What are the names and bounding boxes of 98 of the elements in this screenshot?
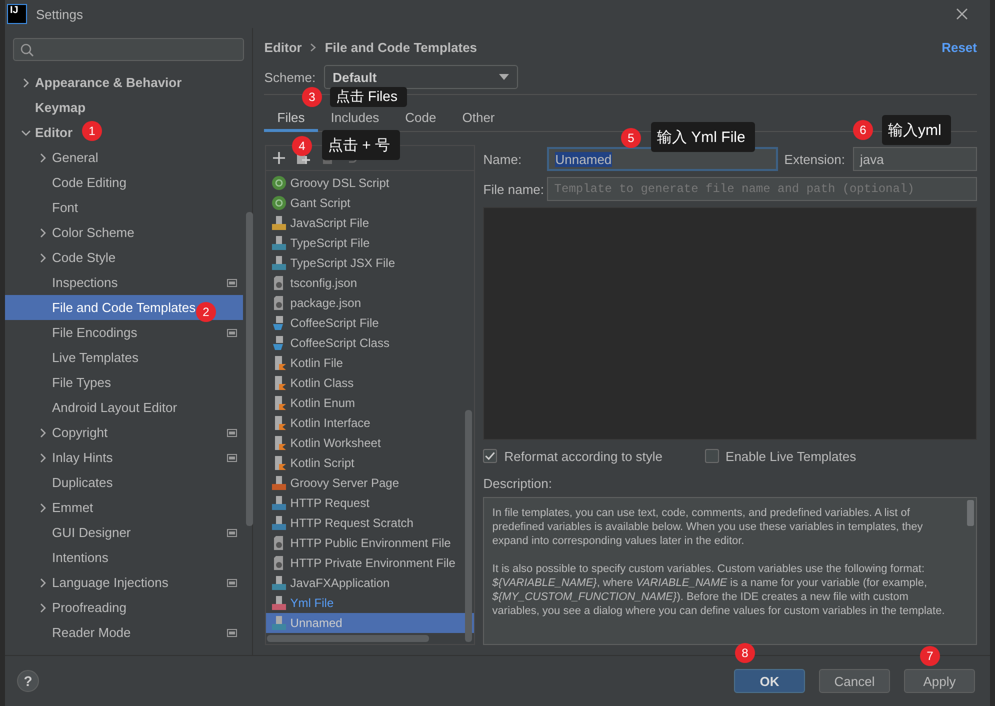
yml-file-icon <box>271 595 288 611</box>
tree-item[interactable]: Keymap <box>21 100 86 115</box>
tree-item[interactable]: Proofreading <box>38 600 126 615</box>
template-item[interactable]: HTTP Request Scratch <box>266 513 474 533</box>
template-item[interactable]: CoffeeScript Class <box>266 333 474 353</box>
instruction-tooltip: 点击 + 号 <box>322 130 400 160</box>
instruction-tooltip: 输入yml <box>882 115 952 145</box>
template-item[interactable]: Unnamed <box>266 613 474 633</box>
tree-item[interactable]: Inspections <box>38 275 118 290</box>
scrollbar[interactable] <box>246 212 253 526</box>
checkbox-label[interactable]: Reformat according to style <box>504 448 663 464</box>
add-icon[interactable] <box>272 151 286 165</box>
tree-item[interactable]: Copyright <box>38 425 108 440</box>
instruction-tooltip: 输入 Yml File <box>651 122 756 152</box>
scrollbar[interactable] <box>267 635 430 642</box>
tab[interactable]: Includes <box>318 106 392 132</box>
template-item[interactable]: Kotlin Script <box>266 453 474 473</box>
tree-item[interactable]: Appearance & Behavior <box>21 75 182 90</box>
search-icon <box>20 42 34 56</box>
template-item[interactable]: TypeScript JSX File <box>266 253 474 273</box>
template-item[interactable]: Kotlin Class <box>266 373 474 393</box>
tree-item[interactable]: GUI Designer <box>38 525 131 540</box>
groovy-icon <box>271 175 288 191</box>
gsp-file-icon <box>271 475 288 491</box>
tree-item[interactable]: File Encodings <box>38 325 138 340</box>
description-text: In file templates, you can use text, code, comments, and predefined variables. A list of predefined variables is available below. When you use these variables in templates, they expand into corresponding values later in the editor. <box>492 506 924 548</box>
search-field[interactable] <box>13 38 244 61</box>
tree-item[interactable]: Color Scheme <box>38 225 134 240</box>
template-item[interactable]: CoffeeScript File <box>266 313 474 333</box>
api-file-icon <box>271 515 288 531</box>
reset-link[interactable]: Reset <box>942 40 977 54</box>
template-item[interactable]: TypeScript File <box>266 233 474 253</box>
close-icon[interactable] <box>956 8 968 20</box>
tree-item[interactable]: Emmet <box>38 500 94 515</box>
help-button[interactable]: ? <box>17 670 39 692</box>
breadcrumb-item[interactable]: Editor <box>264 40 302 54</box>
extension-field[interactable]: java <box>853 147 977 171</box>
tree-item[interactable]: Inlay Hints <box>38 450 113 465</box>
ts-file-icon <box>271 235 288 251</box>
template-item[interactable]: tsconfig.json <box>266 273 474 293</box>
template-item[interactable]: Kotlin Enum <box>266 393 474 413</box>
template-item[interactable]: Kotlin Worksheet <box>266 433 474 453</box>
java-file-icon <box>271 615 288 631</box>
checkbox[interactable] <box>704 449 719 463</box>
chevron-icon <box>310 42 317 52</box>
tree-item[interactable]: Reader Mode <box>38 625 131 640</box>
tree-item[interactable]: General <box>38 150 98 165</box>
scheme-label: Scheme: <box>264 70 316 84</box>
ts-file-icon <box>271 255 288 271</box>
template-item[interactable]: Gant Script <box>266 193 474 213</box>
breadcrumb-item[interactable]: File and Code Templates <box>324 40 478 54</box>
template-item[interactable]: JavaScript File <box>266 213 474 233</box>
field-label: File name: <box>483 182 542 196</box>
ok-button[interactable]: OK <box>734 669 805 693</box>
js-file-icon <box>271 215 288 231</box>
tree-item[interactable]: File and Code Templates <box>38 300 196 315</box>
description-label: Description: <box>483 476 553 493</box>
template-item[interactable]: JavaFXApplication <box>266 573 474 593</box>
groovy-icon <box>271 195 288 211</box>
tree-item[interactable]: Android Layout Editor <box>38 400 178 415</box>
tab[interactable]: Other <box>449 106 508 132</box>
dialog-button[interactable]: Cancel <box>819 669 890 693</box>
template-item[interactable]: HTTP Private Environment File <box>266 553 474 573</box>
scrollbar[interactable] <box>967 500 974 526</box>
template-item[interactable]: package.json <box>266 293 474 313</box>
template-item[interactable]: Yml File <box>266 593 474 613</box>
checkbox[interactable] <box>483 449 498 463</box>
tree-item[interactable]: Code Style <box>38 250 116 265</box>
tree-item[interactable]: Editor <box>21 125 73 140</box>
template-item[interactable]: Groovy Server Page <box>266 473 474 493</box>
checkbox-label[interactable]: Enable Live Templates <box>726 448 856 464</box>
api-file-icon <box>271 495 288 511</box>
tree-item[interactable]: Duplicates <box>38 475 113 490</box>
template-item[interactable]: Groovy DSL Script <box>266 173 474 193</box>
description-text: It is also possible to specify custom variables. Custom variables use the following format: ${VARIABLE_NAME}, where VARIABLE_NAME is a name for your variable (for example, ${MY_CUSTOM_FUNCTION_NAME}). Before the IDE creates a new file with custom variables, you see a dialog where you can define values for custom variables in the template. <box>492 562 946 618</box>
field-label: Extension: <box>784 152 845 166</box>
tree-item[interactable]: Font <box>38 200 78 215</box>
template-item[interactable]: Kotlin File <box>266 353 474 373</box>
tree-item[interactable]: File Types <box>38 375 112 390</box>
tab[interactable]: Code <box>392 106 450 132</box>
tree-item[interactable]: Intentions <box>38 550 108 565</box>
template-item[interactable]: HTTP Public Environment File <box>266 533 474 553</box>
tree-item[interactable]: Code Editing <box>38 175 126 190</box>
name-field[interactable]: Unnamed <box>547 147 778 171</box>
tree-item[interactable]: Live Templates <box>38 350 138 365</box>
scheme-dropdown[interactable]: Default <box>324 65 518 89</box>
field-label: Name: <box>483 152 523 166</box>
app-logo: IJ <box>7 4 27 24</box>
window-title: Settings <box>36 6 84 22</box>
caret-icon <box>498 74 509 80</box>
template-item[interactable]: HTTP Request <box>266 493 474 513</box>
tree-item[interactable]: Language Injections <box>38 575 168 590</box>
java-file-icon <box>271 575 288 591</box>
scrollbar[interactable] <box>465 410 472 642</box>
dialog-button[interactable]: Apply <box>904 669 975 693</box>
template-item[interactable]: Kotlin Interface <box>266 413 474 433</box>
instruction-tooltip: 点击 Files <box>330 87 408 107</box>
checkmark-icon <box>484 449 496 463</box>
